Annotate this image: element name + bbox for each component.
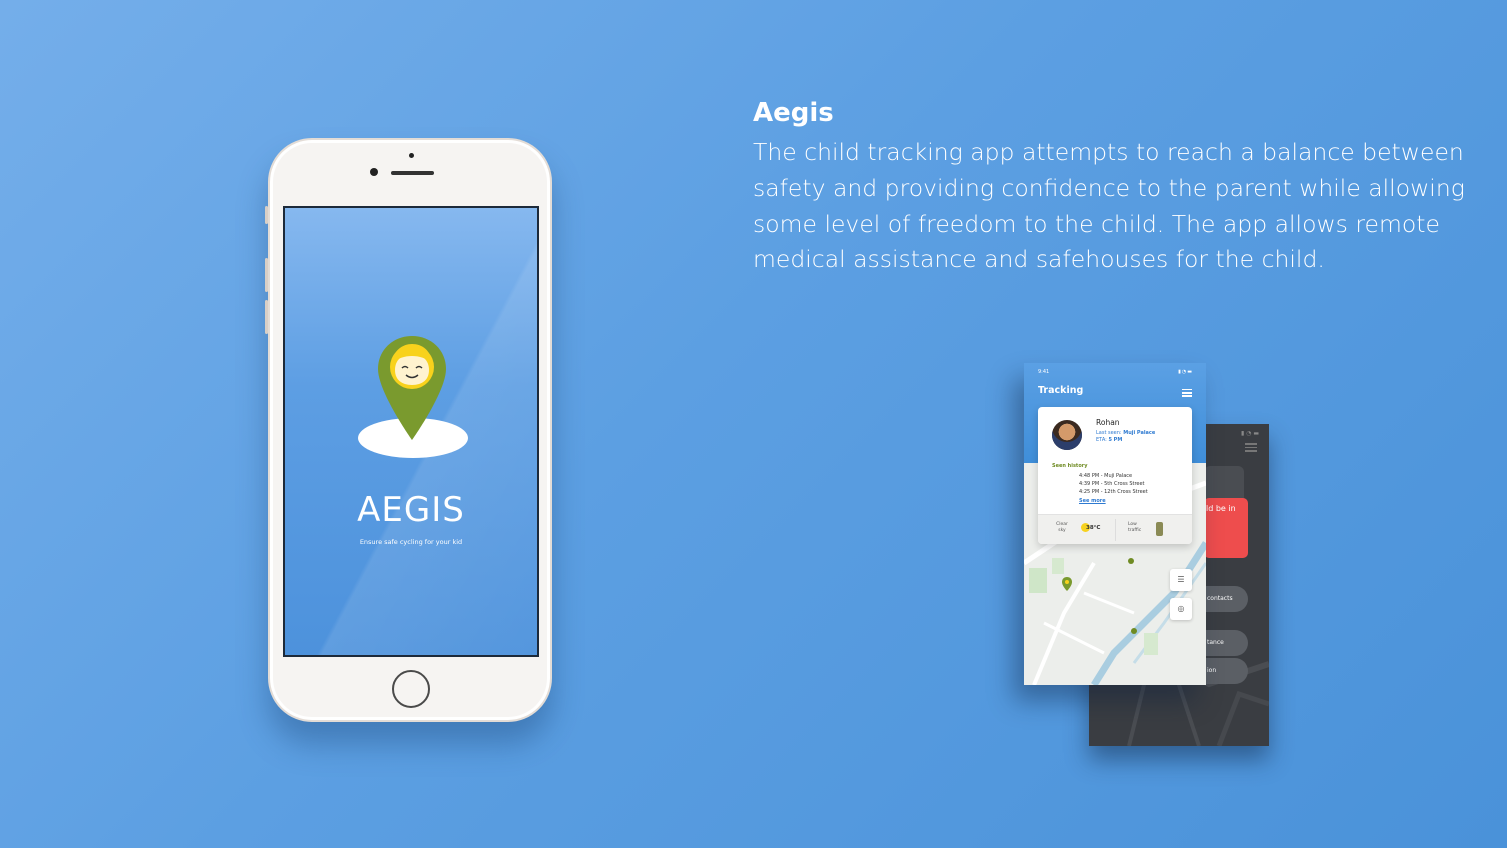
traffic-light-icon: [1156, 522, 1163, 536]
phone-camera: [370, 168, 378, 176]
last-seen: Last seen: Muji Palace: [1096, 430, 1156, 436]
traffic-label: Low traffic: [1128, 522, 1142, 533]
weather-label: Clear sky: [1056, 522, 1068, 533]
location-pin-icon: [378, 336, 446, 440]
status-icons: ▮◔▬: [1178, 369, 1193, 375]
locate-icon[interactable]: ◎: [1170, 598, 1192, 620]
kid-avatar: [1052, 420, 1082, 450]
history-item: 4:48 PM - Muji Palace: [1079, 473, 1133, 479]
home-button[interactable]: [392, 670, 430, 708]
filter-icon[interactable]: ☰: [1170, 569, 1192, 591]
see-more-link[interactable]: See more: [1079, 498, 1106, 504]
project-description: The child tracking app attempts to reach…: [753, 138, 1465, 274]
alert-text: ld be in: [1206, 504, 1236, 513]
phone-volume-up: [265, 258, 268, 292]
phone-mute-switch: [265, 206, 268, 224]
alert-box: ld be in: [1204, 498, 1248, 558]
back-status-icons: ▮ ◔ ▬: [1240, 430, 1259, 437]
splash-app-name: AEGIS: [357, 490, 465, 530]
phone-mockup-splash: AEGIS Ensure safe cycling for your kid: [265, 138, 552, 722]
card-footer: Clear sky 38°C Low traffic: [1038, 514, 1192, 544]
status-time: 9:41: [1038, 369, 1050, 375]
phone-volume-down: [265, 300, 268, 334]
eta: ETA: 5 PM: [1096, 437, 1123, 443]
phone-sensor: [409, 153, 414, 158]
phone-mockup-tracking: 9:41 ▮◔▬ Tracking Rohan Last seen: Muji …: [1024, 363, 1206, 685]
menu-icon[interactable]: [1245, 441, 1257, 454]
hamburger-menu-icon[interactable]: [1182, 387, 1192, 399]
location-label: ion: [1207, 667, 1217, 674]
contacts-label: contacts: [1207, 595, 1233, 602]
temperature: 38°C: [1086, 525, 1101, 531]
project-title: Aegis: [753, 98, 834, 128]
assistance-label: tance: [1207, 639, 1224, 646]
splash-screen: AEGIS Ensure safe cycling for your kid: [283, 206, 539, 657]
splash-tagline: Ensure safe cycling for your kid: [359, 538, 463, 546]
kid-name: Rohan: [1096, 418, 1120, 427]
kid-info-card[interactable]: Rohan Last seen: Muji Palace ETA: 5 PM S…: [1038, 407, 1192, 544]
history-item: 4:39 PM - 5th Cross Street: [1079, 481, 1145, 487]
tracking-title: Tracking: [1038, 385, 1084, 396]
history-title: Seen history: [1052, 463, 1088, 469]
history-item: 4:25 PM - 12th Cross Street: [1079, 489, 1148, 495]
phone-speaker: [391, 171, 434, 175]
